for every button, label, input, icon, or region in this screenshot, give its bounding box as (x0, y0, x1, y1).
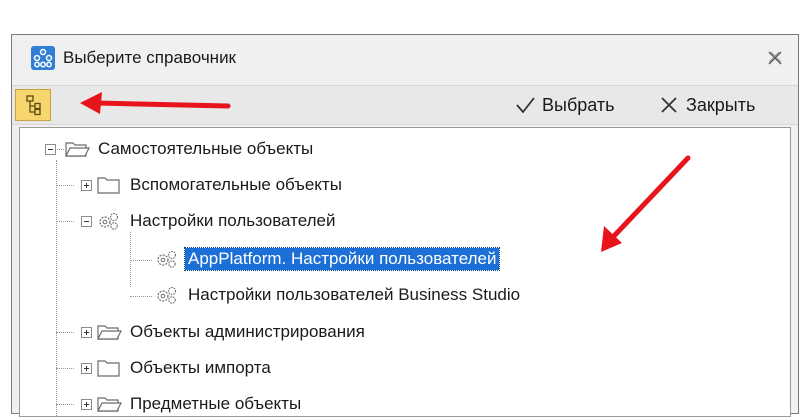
annotation-arrow-tree-item (601, 155, 691, 252)
annotation-arrow-toolbar (80, 92, 231, 114)
annotation-arrows (80, 92, 691, 252)
